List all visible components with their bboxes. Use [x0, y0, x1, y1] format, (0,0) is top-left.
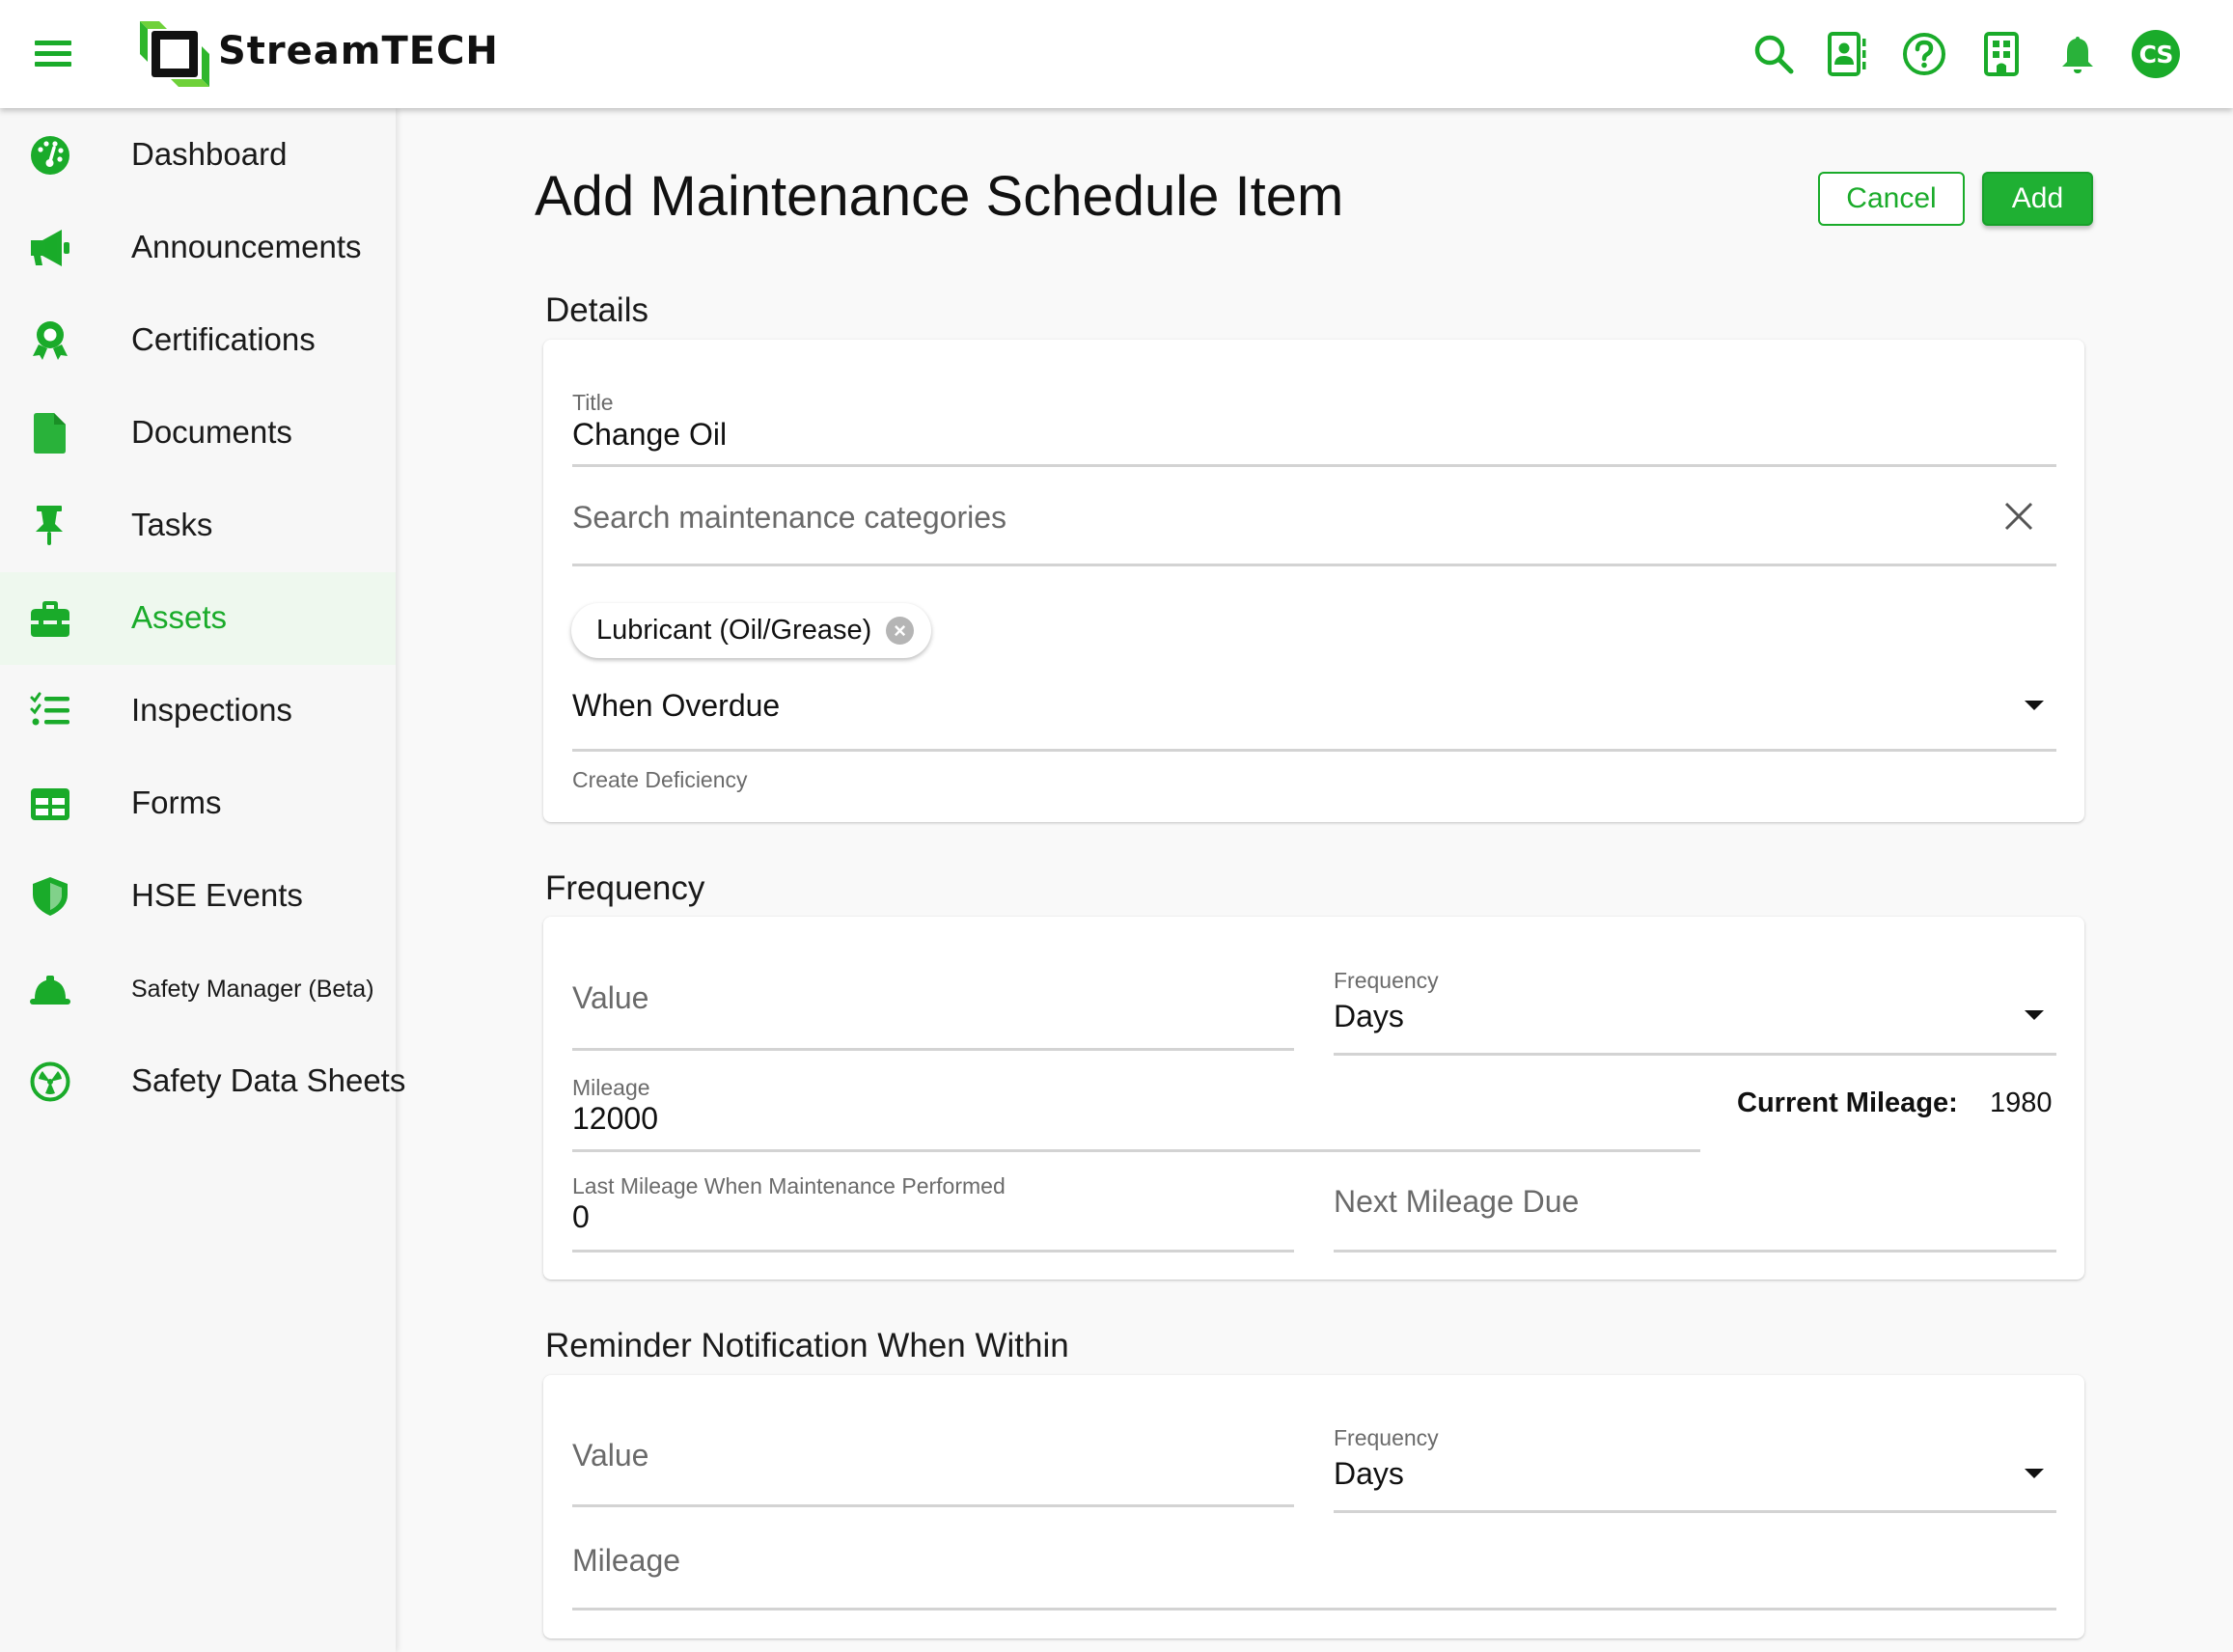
title-field-underline: [572, 464, 2056, 467]
toolbox-icon: [31, 601, 69, 637]
sidebar-item-label: Safety Manager (Beta): [131, 976, 374, 1003]
sidebar-item-announcements[interactable]: Announcements: [0, 202, 396, 294]
sidebar-item-label: Inspections: [131, 692, 292, 728]
sidebar-item-inspections[interactable]: Inspections: [0, 665, 396, 757]
sidebar-item-dashboard[interactable]: Dashboard: [0, 109, 396, 202]
mileage-label: Mileage: [572, 1075, 650, 1100]
reminder-frequency-select[interactable]: [1334, 1418, 2056, 1513]
top-app-bar: StreamTECH CS: [0, 0, 2233, 108]
next-mileage-due-placeholder: Next Mileage Due: [1334, 1184, 1580, 1219]
last-mileage-value: 0: [572, 1199, 590, 1234]
frequency-unit-underline: [1334, 1053, 2056, 1056]
current-mileage-value: 1980: [1990, 1088, 2053, 1118]
reminder-frequency-dropdown-arrow-icon[interactable]: [2025, 1469, 2044, 1478]
category-chip: Lubricant (Oil/Grease) ×: [571, 603, 931, 658]
clear-search-icon[interactable]: [2002, 500, 2035, 533]
sidebar-item-label: Certifications: [131, 321, 316, 357]
overdue-action-select[interactable]: [572, 675, 2056, 751]
pushpin-icon: [36, 506, 63, 545]
chip-remove-icon[interactable]: ×: [886, 617, 914, 645]
menu-icon[interactable]: [35, 41, 71, 68]
sidebar-item-label: HSE Events: [131, 877, 303, 913]
frequency-section-title: Frequency: [545, 869, 705, 907]
sidebar-item-label: Safety Data Sheets: [131, 1062, 406, 1098]
frequency-value-input[interactable]: [572, 965, 1294, 1052]
sidebar-nav: Dashboard Announcements Certifications D…: [0, 108, 405, 1652]
brand-name: StreamTECH: [218, 29, 499, 73]
reminder-mileage-placeholder: Mileage: [572, 1543, 681, 1578]
reminder-value-input[interactable]: [572, 1418, 1294, 1507]
user-avatar[interactable]: CS: [2132, 30, 2180, 78]
sidebar-item-label: Tasks: [131, 507, 213, 542]
reminder-frequency-value: Days: [1334, 1456, 1404, 1491]
add-button[interactable]: Add: [1982, 172, 2093, 226]
building-icon[interactable]: [1978, 31, 2025, 77]
sidebar-item-hse-events[interactable]: HSE Events: [0, 850, 396, 943]
details-section-title: Details: [545, 291, 648, 329]
reminder-frequency-underline: [1334, 1510, 2056, 1513]
help-icon[interactable]: [1901, 31, 1947, 77]
current-mileage-label: Current Mileage:: [1737, 1088, 1958, 1118]
overdue-action-helper: Create Deficiency: [572, 767, 748, 792]
title-field-label: Title: [572, 390, 614, 415]
category-search-placeholder: Search maintenance categories: [572, 500, 1007, 535]
page-title: Add Maintenance Schedule Item: [535, 165, 1344, 228]
mileage-input[interactable]: [572, 1069, 1700, 1152]
dashboard-gauge-icon: [31, 136, 69, 175]
sidebar-item-forms[interactable]: Forms: [0, 757, 396, 850]
frequency-value-placeholder: Value: [572, 980, 649, 1015]
reminder-section-title: Reminder Notification When Within: [545, 1327, 1069, 1364]
document-icon: [34, 413, 66, 454]
last-mileage-underline: [572, 1250, 1294, 1253]
reminder-mileage-underline: [572, 1608, 2056, 1611]
sidebar-item-safety-data-sheets[interactable]: Safety Data Sheets: [0, 1035, 405, 1128]
cancel-button[interactable]: Cancel: [1818, 172, 1965, 226]
frequency-unit-select[interactable]: [1334, 960, 2056, 1055]
sidebar-item-label: Assets: [131, 599, 228, 635]
sidebar-item-assets[interactable]: Assets: [0, 572, 396, 665]
shield-icon: [33, 877, 68, 916]
reminder-value-underline: [572, 1504, 1294, 1507]
frequency-unit-value: Days: [1334, 999, 1404, 1033]
radiation-icon: [30, 1061, 70, 1102]
table-form-icon: [31, 788, 69, 820]
streamtech-logo-icon: [140, 21, 209, 87]
overdue-action-underline: [572, 749, 2056, 752]
sidebar-item-label: Forms: [131, 785, 222, 820]
sidebar-item-label: Announcements: [131, 229, 362, 264]
award-ribbon-icon: [33, 321, 68, 360]
title-field-value: Change Oil: [572, 417, 728, 452]
category-search-underline: [572, 564, 2056, 566]
reminder-value-placeholder: Value: [572, 1438, 649, 1473]
sidebar-item-safety-manager[interactable]: Safety Manager (Beta): [0, 943, 396, 1035]
last-mileage-label: Last Mileage When Maintenance Performed: [572, 1173, 1006, 1198]
hard-hat-icon: [30, 976, 70, 1005]
sidebar-item-certifications[interactable]: Certifications: [0, 294, 396, 387]
mileage-value: 12000: [572, 1101, 658, 1136]
next-mileage-due-underline: [1334, 1250, 2056, 1253]
frequency-unit-label: Frequency: [1334, 968, 1439, 993]
sidebar-item-label: Dashboard: [131, 136, 288, 172]
frequency-value-underline: [572, 1048, 1294, 1051]
category-chip-label: Lubricant (Oil/Grease): [596, 615, 872, 646]
mileage-underline: [572, 1149, 1700, 1152]
frequency-unit-dropdown-arrow-icon[interactable]: [2025, 1010, 2044, 1020]
overdue-dropdown-arrow-icon[interactable]: [2025, 701, 2044, 710]
reminder-mileage-input[interactable]: [572, 1529, 2056, 1612]
megaphone-icon: [31, 230, 69, 266]
bell-icon[interactable]: [2054, 31, 2101, 77]
sidebar-item-documents[interactable]: Documents: [0, 387, 396, 480]
search-icon[interactable]: [1751, 31, 1797, 77]
checklist-icon: [30, 692, 69, 726]
contacts-icon[interactable]: [1824, 31, 1870, 77]
title-field[interactable]: [572, 386, 2056, 469]
overdue-action-value: When Overdue: [572, 688, 781, 723]
sidebar-item-label: Documents: [131, 414, 292, 450]
reminder-frequency-label: Frequency: [1334, 1425, 1439, 1450]
sidebar-item-tasks[interactable]: Tasks: [0, 480, 396, 572]
